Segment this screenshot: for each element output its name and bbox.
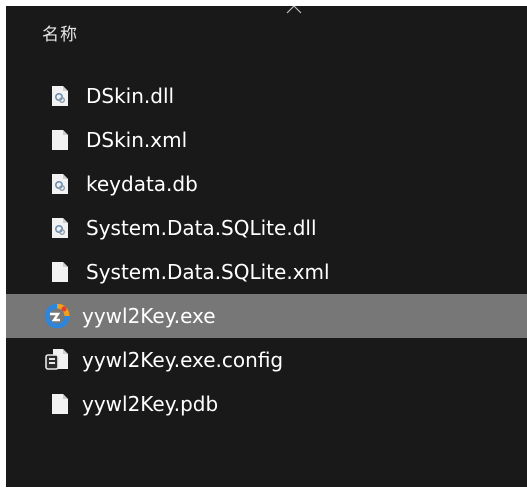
file-row[interactable]: DSkin.dll: [6, 74, 527, 118]
file-row[interactable]: System.Data.SQLite.dll: [6, 206, 527, 250]
dll-file-icon: [52, 218, 68, 238]
file-row-selected[interactable]: yywl2Key.exe: [6, 294, 527, 338]
file-row[interactable]: System.Data.SQLite.xml: [6, 250, 527, 294]
dll-file-icon: [52, 174, 68, 194]
name-column-header[interactable]: 名称: [42, 20, 78, 45]
file-name: yywl2Key.exe: [82, 304, 216, 328]
file-list: DSkin.dll DSkin.xml keydata.db System.Da…: [6, 74, 527, 426]
config-file-icon: [45, 349, 68, 370]
file-row[interactable]: keydata.db: [6, 162, 527, 206]
file-row[interactable]: yywl2Key.pdb: [6, 382, 527, 426]
file-name: System.Data.SQLite.dll: [86, 216, 317, 240]
file-name: DSkin.xml: [86, 128, 188, 152]
blank-file-icon: [52, 394, 68, 414]
collapse-chevron-icon[interactable]: [286, 6, 302, 14]
file-row[interactable]: DSkin.xml: [6, 118, 527, 162]
blank-file-icon: [52, 262, 68, 282]
file-row[interactable]: yywl2Key.exe.config: [6, 338, 527, 382]
file-name: keydata.db: [86, 172, 198, 196]
file-name: yywl2Key.exe.config: [82, 348, 284, 372]
file-name: System.Data.SQLite.xml: [86, 260, 330, 284]
app-exe-icon: [44, 304, 70, 328]
dll-file-icon: [52, 86, 68, 106]
blank-file-icon: [52, 130, 68, 150]
file-name: DSkin.dll: [86, 84, 175, 108]
file-explorer-pane: 名称 DSkin.dll DSkin.xml keydata.db System…: [6, 6, 527, 487]
file-name: yywl2Key.pdb: [82, 392, 219, 416]
